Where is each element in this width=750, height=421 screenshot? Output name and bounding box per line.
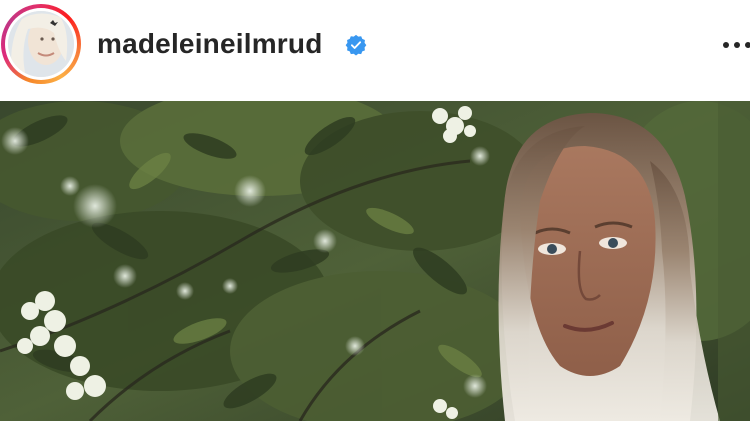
username-link[interactable]: madeleineilmrud xyxy=(97,27,323,61)
avatar-photo xyxy=(8,11,74,77)
avatar[interactable] xyxy=(1,4,81,84)
instagram-post: madeleineilmrud xyxy=(0,0,750,421)
avatar-border xyxy=(5,8,77,80)
more-options-icon[interactable] xyxy=(722,38,750,52)
post-header: madeleineilmrud xyxy=(0,0,750,101)
verified-badge-icon xyxy=(345,34,367,56)
post-photo[interactable] xyxy=(0,101,750,421)
